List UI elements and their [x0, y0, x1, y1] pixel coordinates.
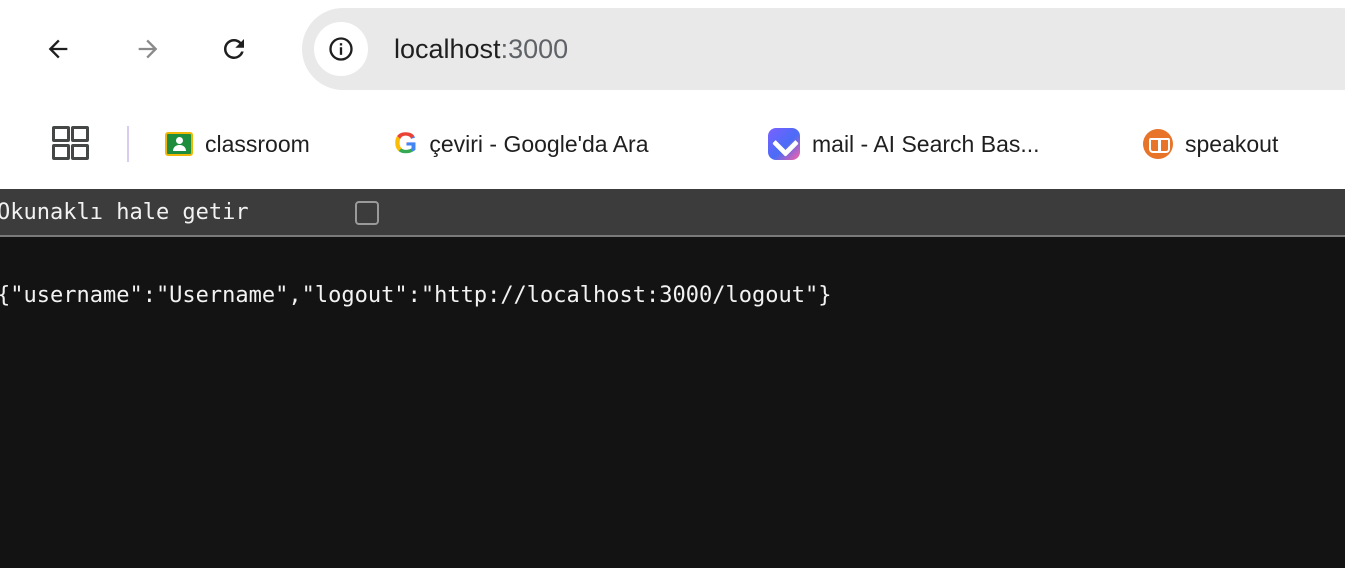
book-icon [1143, 129, 1173, 159]
url-host: localhost [394, 34, 501, 64]
bookmarks-bar: classroom G çeviri - Google'da Ara mail … [0, 102, 1345, 189]
bookmark-label: speakout [1185, 130, 1279, 157]
reload-icon [223, 38, 244, 59]
arrow-right-icon [138, 39, 158, 59]
google-g-icon: G [394, 127, 418, 160]
apps-button[interactable] [50, 124, 90, 164]
info-icon [329, 37, 353, 61]
address-bar[interactable]: localhost:3000 [302, 8, 1345, 90]
json-response-text: {"username":"Username","logout":"http://… [0, 283, 832, 308]
forward-button[interactable] [128, 29, 168, 69]
bookmark-label: mail - AI Search Bas... [812, 130, 1040, 157]
pretty-print-checkbox[interactable] [355, 201, 379, 225]
arrow-left-icon [48, 39, 68, 59]
google-classroom-icon [165, 132, 193, 156]
bookmark-mail-ai-search[interactable]: mail - AI Search Bas... [768, 124, 1040, 164]
reload-button[interactable] [214, 29, 254, 69]
bookmark-classroom[interactable]: classroom [165, 124, 310, 164]
bookmark-speakout[interactable]: speakout [1143, 124, 1278, 164]
bookmark-label: classroom [205, 130, 310, 157]
bookmark-ceviri-google[interactable]: G çeviri - Google'da Ara [394, 124, 649, 164]
ai-search-icon [768, 128, 800, 160]
back-button[interactable] [38, 29, 78, 69]
page-content: Okunaklı hale getir {"username":"Usernam… [0, 189, 1345, 568]
url-text[interactable]: localhost:3000 [394, 32, 568, 66]
bookmarks-divider [127, 126, 129, 162]
site-info-button[interactable] [314, 22, 368, 76]
browser-toolbar: localhost:3000 [0, 0, 1345, 102]
bookmark-label: çeviri - Google'da Ara [429, 130, 649, 157]
url-port: :3000 [500, 34, 569, 64]
pretty-print-label: Okunaklı hale getir [0, 200, 249, 225]
pretty-print-bar: Okunaklı hale getir [0, 189, 1345, 237]
